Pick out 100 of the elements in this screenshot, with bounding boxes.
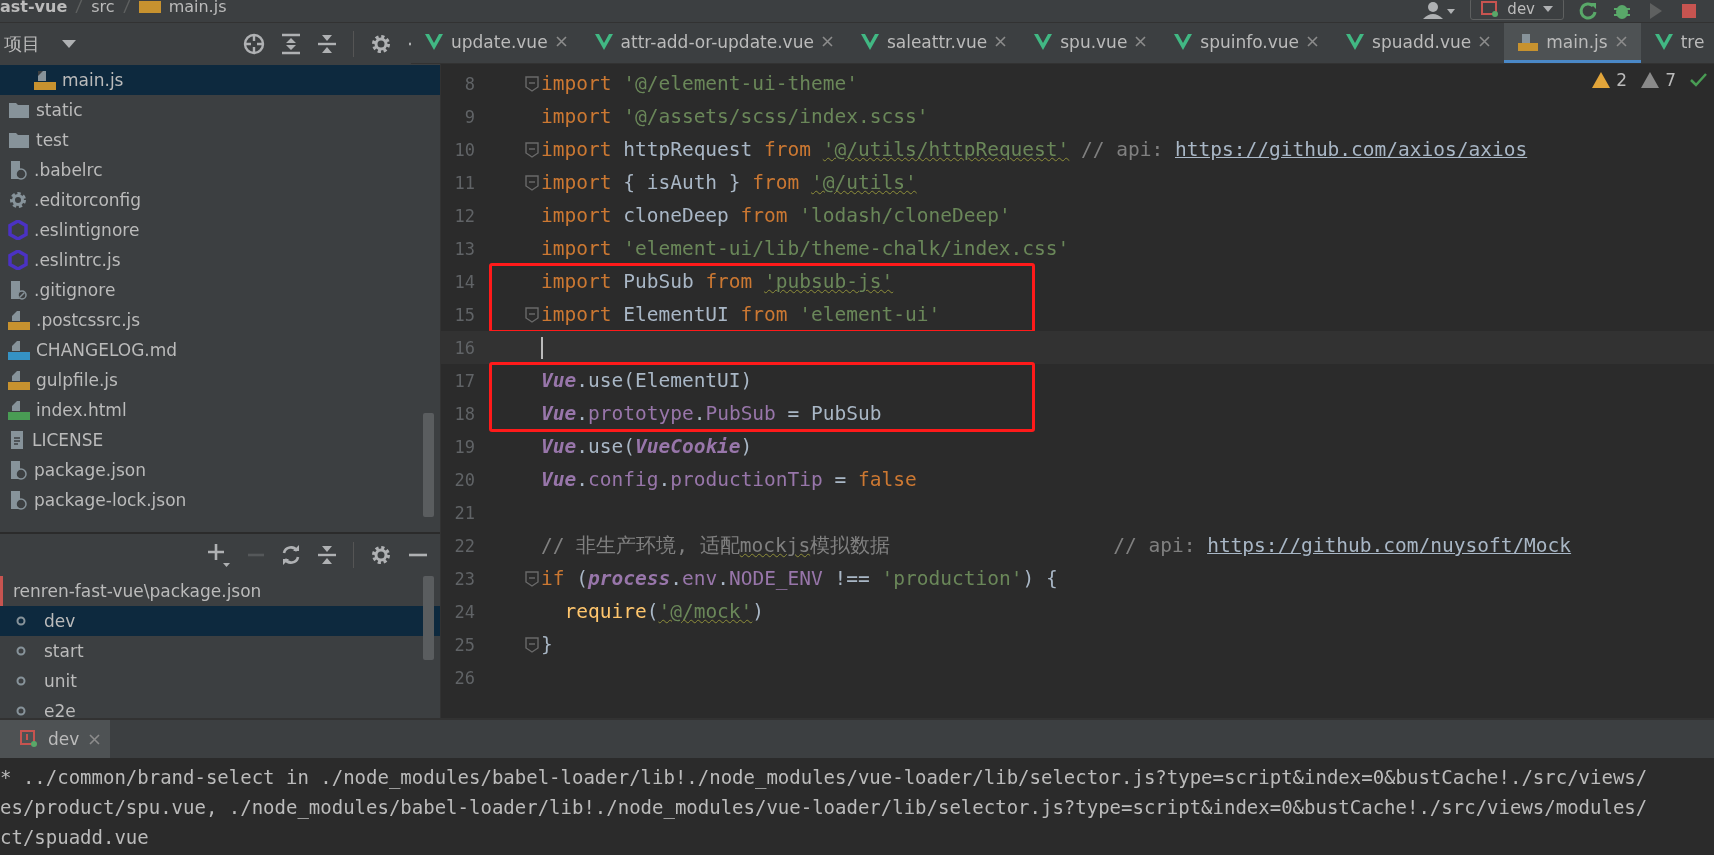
fold-icon[interactable] bbox=[525, 306, 539, 323]
fold-icon[interactable] bbox=[525, 174, 539, 191]
close-icon[interactable] bbox=[555, 36, 567, 47]
code-token: '@/mock' bbox=[658, 600, 753, 623]
fold-icon[interactable] bbox=[525, 636, 539, 653]
scrollbar-thumb[interactable] bbox=[423, 413, 434, 517]
expand-all-icon[interactable] bbox=[281, 33, 301, 55]
breadcrumb-item[interactable]: src bbox=[91, 0, 115, 16]
script-item[interactable]: unit bbox=[0, 666, 440, 696]
close-icon[interactable] bbox=[1479, 36, 1491, 47]
tree-item[interactable]: .eslintignore bbox=[0, 215, 440, 245]
tree-item[interactable]: gulpfile.js bbox=[0, 365, 440, 395]
tree-item[interactable]: package.json bbox=[0, 455, 440, 485]
editor-tab[interactable]: main.js bbox=[1504, 23, 1641, 63]
code-token: 'element-ui/lib/theme-chalk/index.css' bbox=[623, 237, 1070, 260]
add-icon[interactable] bbox=[207, 543, 231, 567]
tree-item[interactable]: .eslintrc.js bbox=[0, 245, 440, 275]
editor-tab[interactable]: update.vue bbox=[411, 23, 581, 63]
code-token: https://github.com/nuysoft/Mock bbox=[1207, 534, 1572, 557]
vue-icon bbox=[594, 33, 613, 50]
hexagon-icon bbox=[8, 220, 28, 240]
code-token: ) { bbox=[1022, 567, 1058, 590]
fold-icon[interactable] bbox=[525, 141, 539, 158]
collapse-all-icon[interactable] bbox=[317, 33, 337, 55]
tree-item[interactable]: index.html bbox=[0, 395, 440, 425]
scrollbar-thumb[interactable] bbox=[423, 576, 434, 660]
vue-icon bbox=[860, 33, 879, 50]
code-token: mockjs bbox=[739, 534, 811, 557]
code-token: import bbox=[541, 138, 613, 161]
code-token: } bbox=[541, 633, 553, 656]
close-icon[interactable] bbox=[1307, 36, 1319, 47]
panel-title[interactable]: 项目 bbox=[4, 32, 40, 56]
crosshair-icon[interactable] bbox=[243, 33, 265, 55]
code-token: . bbox=[576, 468, 588, 491]
code-token: productionTip bbox=[670, 468, 823, 491]
tree-item[interactable]: .postcssrc.js bbox=[0, 305, 440, 335]
run-tab[interactable]: dev bbox=[0, 720, 111, 758]
code-token: import bbox=[541, 270, 613, 293]
tree-item[interactable]: .babelrc bbox=[0, 155, 440, 185]
warning-count[interactable]: 2 bbox=[1616, 70, 1628, 90]
tree-item[interactable]: package-lock.json bbox=[0, 485, 440, 515]
breadcrumb-item[interactable]: main.js bbox=[168, 0, 227, 16]
editor-tab[interactable]: spuadd.vue bbox=[1332, 23, 1505, 63]
js-file-icon bbox=[1518, 32, 1539, 51]
code-token: 'element-ui' bbox=[799, 303, 941, 326]
editor-tab[interactable]: attr-add-or-update.vue bbox=[580, 23, 847, 63]
editor-tab[interactable]: tre bbox=[1640, 23, 1714, 63]
check-icon[interactable] bbox=[1690, 72, 1708, 88]
line-number: 14 bbox=[453, 271, 475, 292]
code-token: . bbox=[693, 402, 706, 425]
breadcrumb-item[interactable]: ast-vue bbox=[0, 0, 68, 16]
code-token: '@/assets/scss/index.scss' bbox=[623, 105, 929, 128]
tree-item[interactable]: CHANGELOG.md bbox=[0, 335, 440, 365]
script-item[interactable]: start bbox=[0, 636, 440, 666]
tree-item[interactable]: LICENSE bbox=[0, 425, 440, 455]
tree-item[interactable]: main.js bbox=[0, 65, 440, 95]
script-item[interactable]: dev bbox=[0, 606, 440, 636]
caret-icon[interactable] bbox=[62, 40, 76, 48]
code-token: PubSub bbox=[623, 270, 695, 293]
editor-tab[interactable]: spu.vue bbox=[1020, 23, 1161, 63]
close-icon[interactable] bbox=[89, 733, 101, 745]
run-config-dropdown[interactable]: dev bbox=[1470, 0, 1564, 20]
close-icon[interactable] bbox=[995, 36, 1007, 47]
refresh-icon[interactable] bbox=[281, 544, 301, 566]
close-icon[interactable] bbox=[1615, 36, 1627, 47]
editor-tab[interactable]: spuinfo.vue bbox=[1160, 23, 1333, 63]
warning-icon[interactable] bbox=[1641, 72, 1660, 88]
settings-icon[interactable] bbox=[370, 544, 392, 566]
code-token: '@/utils/httpRequest' bbox=[822, 138, 1070, 161]
warning-count[interactable]: 7 bbox=[1665, 70, 1676, 90]
close-icon[interactable] bbox=[821, 36, 833, 47]
user-icon[interactable] bbox=[1422, 1, 1457, 21]
tree-item[interactable]: .editorconfig bbox=[0, 185, 440, 215]
warning-icon[interactable] bbox=[1592, 72, 1611, 88]
line-number: 24 bbox=[453, 601, 475, 622]
breadcrumb-separator-icon bbox=[75, 0, 84, 13]
code-token: from bbox=[752, 171, 801, 194]
close-icon[interactable] bbox=[1135, 36, 1147, 47]
fold-icon[interactable] bbox=[525, 570, 539, 587]
code-token: https://github.com/axios/axios bbox=[1175, 138, 1528, 161]
config-file-icon bbox=[8, 490, 28, 510]
code-token: require bbox=[563, 600, 647, 623]
fold-icon[interactable] bbox=[525, 75, 539, 92]
hexagon-icon bbox=[8, 250, 28, 270]
code-token: { isAuth } bbox=[623, 171, 742, 194]
tree-item[interactable]: test bbox=[0, 125, 440, 155]
code-token: ) bbox=[752, 600, 765, 623]
line-number: 9 bbox=[463, 106, 475, 127]
editor-tab[interactable]: saleattr.vue bbox=[846, 23, 1021, 63]
settings-icon[interactable] bbox=[370, 33, 392, 55]
line-number: 25 bbox=[453, 634, 475, 655]
rerun-icon[interactable] bbox=[1578, 1, 1598, 21]
tree-item[interactable]: .gitignore bbox=[0, 275, 440, 305]
script-item[interactable]: e2e bbox=[0, 696, 440, 718]
console-line: ct/spuadd.vue bbox=[0, 825, 150, 850]
collapse-all-icon[interactable] bbox=[317, 544, 337, 566]
code-token: from bbox=[705, 270, 754, 293]
code-token: . bbox=[670, 567, 682, 590]
stop-icon[interactable] bbox=[1680, 2, 1698, 20]
tree-item[interactable]: static bbox=[0, 95, 440, 125]
